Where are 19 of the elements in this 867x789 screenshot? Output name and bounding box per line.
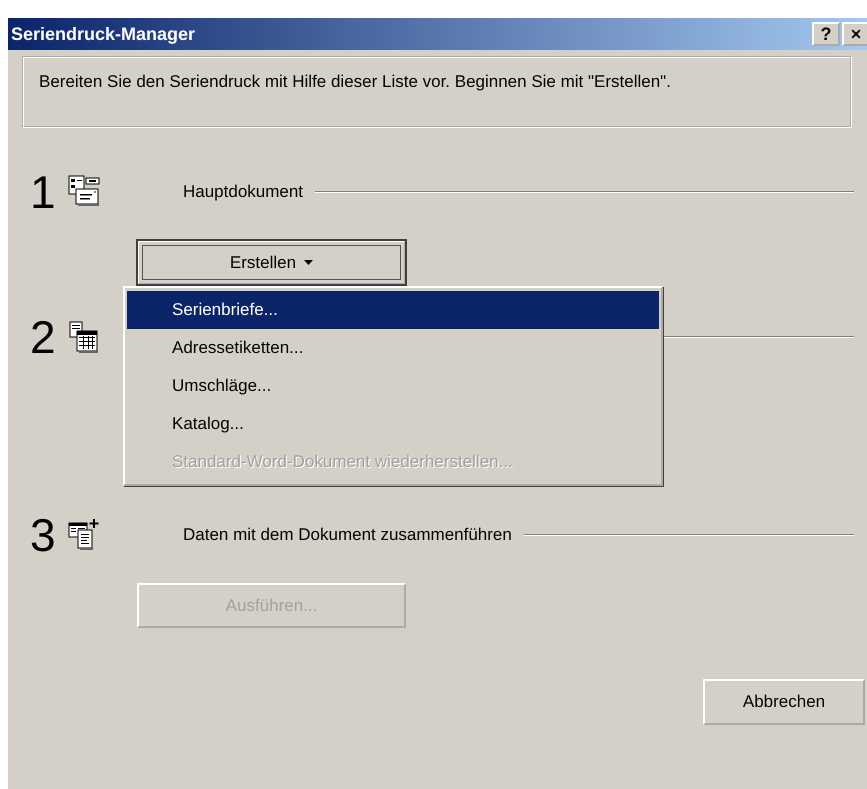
window-title: Seriendruck-Manager	[10, 24, 196, 44]
menu-item[interactable]: Adressetiketten...	[127, 329, 659, 367]
close-button[interactable]: ×	[842, 22, 867, 46]
caret-icon	[304, 260, 314, 265]
documents-icon	[68, 175, 100, 209]
step-number: 3	[30, 511, 57, 559]
step-heading: Daten mit dem Dokument zusammenführen	[183, 525, 512, 545]
step-number: 1	[30, 168, 57, 216]
table-document-icon	[68, 320, 100, 354]
menu-item[interactable]: Umschläge...	[127, 367, 659, 405]
step-heading: Hauptdokument	[183, 182, 304, 202]
step-number: 2	[30, 313, 57, 361]
cancel-button[interactable]: Abbrechen	[703, 679, 865, 725]
menu-item[interactable]: Katalog...	[127, 405, 659, 443]
help-button[interactable]: ?	[812, 22, 840, 46]
create-dropdown-button[interactable]: Erstellen	[137, 240, 406, 285]
table-merge-icon	[68, 518, 100, 552]
menu-item[interactable]: Serienbriefe...	[127, 291, 659, 329]
instruction-text: Bereiten Sie den Seriendruck mit Hilfe dieser Liste vor. Beginnen Sie mit "Erstellen".	[39, 71, 672, 93]
